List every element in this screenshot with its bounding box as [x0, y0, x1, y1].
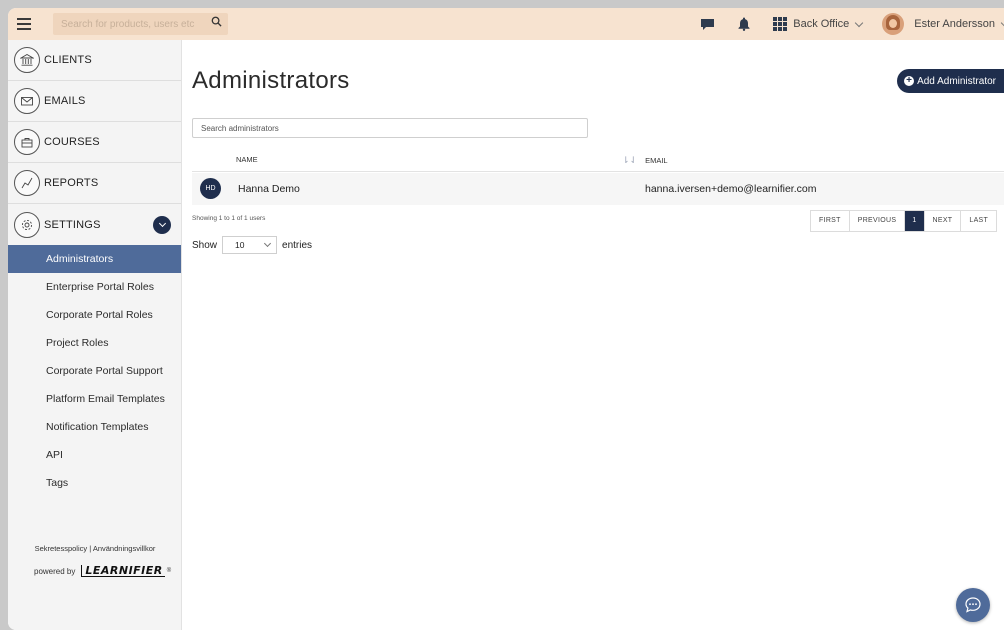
entries-label: entries	[282, 239, 313, 251]
sidebar-subitem-administrators[interactable]: Administrators	[8, 245, 181, 273]
sidebar-subitem-api[interactable]: API	[8, 441, 181, 469]
pagination-previous-button[interactable]: PREVIOUS	[849, 211, 906, 231]
avatar: HD	[200, 178, 221, 199]
user-name: Ester Andersson	[914, 18, 995, 30]
sidebar-subitem-corporate-portal-support[interactable]: Corporate Portal Support	[8, 357, 181, 385]
chart-line-icon	[14, 170, 40, 196]
hamburger-menu-icon[interactable]	[12, 12, 36, 36]
sidebar-subitem-project-roles[interactable]: Project Roles	[8, 329, 181, 357]
sidebar-item-emails[interactable]: EMAILS	[8, 81, 181, 122]
envelope-icon	[14, 88, 40, 114]
sidebar-item-label: CLIENTS	[44, 54, 92, 66]
show-label: Show	[192, 239, 218, 251]
powered-by: powered by LEARNIFIER ®	[34, 565, 171, 577]
sidebar-item-reports[interactable]: REPORTS	[8, 163, 181, 204]
column-header-email[interactable]: ⇂⇃ EMAIL	[622, 155, 668, 166]
settings-submenu: Administrators Enterprise Portal Roles C…	[8, 245, 181, 497]
global-search	[53, 13, 228, 35]
showing-count: Showing 1 to 1 of 1 users	[192, 215, 266, 222]
sidebar-item-label: SETTINGS	[44, 218, 101, 231]
sort-icon: ⇂⇃	[622, 155, 638, 165]
sidebar-item-label: EMAILS	[44, 95, 86, 107]
search-administrators-input[interactable]	[192, 118, 588, 138]
pagination: FIRST PREVIOUS 1 NEXT LAST	[810, 210, 998, 232]
admin-name[interactable]: Hanna Demo	[238, 183, 300, 195]
powered-by-label: powered by	[34, 566, 76, 576]
sidebar-subitem-enterprise-portal-roles[interactable]: Enterprise Portal Roles	[8, 273, 181, 301]
registered-mark: ®	[166, 568, 172, 574]
sidebar-subitem-corporate-portal-roles[interactable]: Corporate Portal Roles	[8, 301, 181, 329]
sidebar-item-clients[interactable]: CLIENTS	[8, 40, 181, 81]
bell-icon[interactable]	[736, 16, 752, 32]
add-administrator-label: Add Administrator	[917, 75, 996, 87]
column-header-email-label: EMAIL	[645, 156, 668, 165]
table-header: NAME ⇂⇃ EMAIL	[192, 146, 1004, 172]
column-header-name[interactable]: NAME	[236, 155, 258, 164]
top-bar: Back Office Ester Andersson	[8, 8, 1004, 40]
page-size-control: Show 10 entries	[192, 236, 312, 254]
gear-icon	[14, 211, 40, 238]
sidebar: CLIENTS EMAILS COURSES REPORTS SETTINGS	[8, 40, 182, 630]
sidebar-subitem-notification-templates[interactable]: Notification Templates	[8, 413, 181, 441]
add-administrator-button[interactable]: + Add Administrator	[897, 69, 1004, 93]
pagination-first-button[interactable]: FIRST	[811, 211, 850, 231]
chat-bubble-icon	[965, 597, 981, 613]
briefcase-icon	[14, 129, 40, 155]
search-icon[interactable]	[211, 16, 222, 30]
apps-grid-icon	[773, 17, 788, 31]
sidebar-item-settings[interactable]: SETTINGS	[8, 204, 181, 245]
avatar	[882, 13, 905, 35]
plus-circle-icon: +	[904, 76, 915, 86]
global-search-input[interactable]	[53, 13, 198, 35]
sidebar-item-label: REPORTS	[44, 177, 99, 189]
chat-messages-icon[interactable]	[699, 16, 715, 32]
table-row[interactable]: HD Hanna Demo hanna.iversen+demo@learnif…	[192, 173, 1004, 205]
main-content: Administrators + Add Administrator NAME …	[183, 40, 1004, 630]
sidebar-item-courses[interactable]: COURSES	[8, 122, 181, 163]
sidebar-subitem-tags[interactable]: Tags	[8, 469, 181, 497]
chat-support-button[interactable]	[956, 588, 990, 622]
sidebar-subitem-platform-email-templates[interactable]: Platform Email Templates	[8, 385, 181, 413]
footer-links[interactable]: Sekretesspolicy | Användningsvillkor	[8, 544, 182, 553]
page-size-select[interactable]: 10	[222, 236, 278, 254]
learnifier-logo: LEARNIFIER	[81, 565, 165, 577]
pagination-current-page[interactable]: 1	[905, 211, 925, 231]
bank-icon	[14, 47, 40, 73]
sidebar-item-label: COURSES	[44, 136, 100, 148]
admin-email: hanna.iversen+demo@learnifier.com	[645, 183, 817, 195]
user-menu[interactable]: Ester Andersson	[882, 13, 1004, 35]
pagination-next-button[interactable]: NEXT	[924, 211, 962, 231]
app-switcher-label: Back Office	[793, 18, 850, 30]
page-title: Administrators	[192, 67, 350, 94]
app-switcher[interactable]: Back Office	[773, 17, 864, 31]
chevron-down-icon	[263, 239, 272, 248]
page-size-value: 10	[235, 240, 245, 250]
collapse-toggle-icon[interactable]	[153, 216, 171, 234]
chevron-down-icon	[855, 18, 864, 27]
pagination-last-button[interactable]: LAST	[961, 211, 997, 231]
app-window: Back Office Ester Andersson CLIENTS EMAI…	[8, 8, 1004, 630]
